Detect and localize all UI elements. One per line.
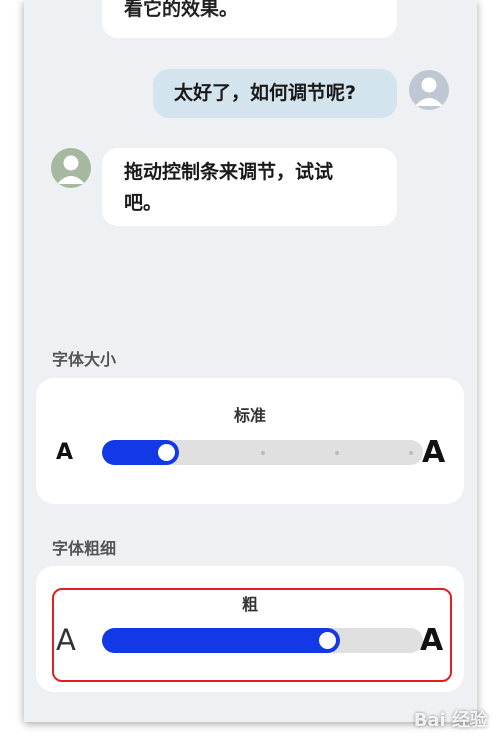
large-a-icon: A — [422, 435, 446, 470]
highlight-box — [52, 588, 452, 682]
slider-step-dot — [261, 451, 265, 455]
font-size-slider-handle[interactable] — [158, 444, 175, 461]
phone-screen: 看它的效果。 太好了，如何调节呢? 拖动控制条来调节，试试 吧。 字体大小 标准… — [24, 0, 477, 722]
user-message-text: 太好了，如何调节呢? — [174, 82, 357, 104]
font-size-section-label: 字体大小 — [52, 350, 117, 369]
font-size-value-label: 标准 — [233, 406, 266, 425]
font-size-slider[interactable] — [102, 440, 423, 465]
bot-message-bubble-previous: 看它的效果。 — [102, 0, 397, 38]
user-message-bubble: 太好了，如何调节呢? — [153, 69, 397, 118]
user-avatar-icon[interactable] — [409, 70, 449, 110]
watermark: Bai 经验 — [413, 710, 488, 731]
small-a-icon: A — [56, 440, 74, 465]
bot-message-bubble: 拖动控制条来调节，试试 吧。 — [102, 148, 397, 226]
font-size-card: 标准 A A — [36, 378, 464, 504]
bot-message-text: 看它的效果。 — [124, 0, 239, 20]
font-weight-section-label: 字体粗细 — [52, 539, 117, 558]
slider-step-dot — [409, 451, 413, 455]
slider-step-dot — [335, 451, 339, 455]
bot-avatar-icon[interactable] — [51, 148, 91, 188]
bot-message-line: 拖动控制条来调节，试试 — [124, 161, 334, 183]
bot-message-line: 吧。 — [124, 192, 163, 214]
